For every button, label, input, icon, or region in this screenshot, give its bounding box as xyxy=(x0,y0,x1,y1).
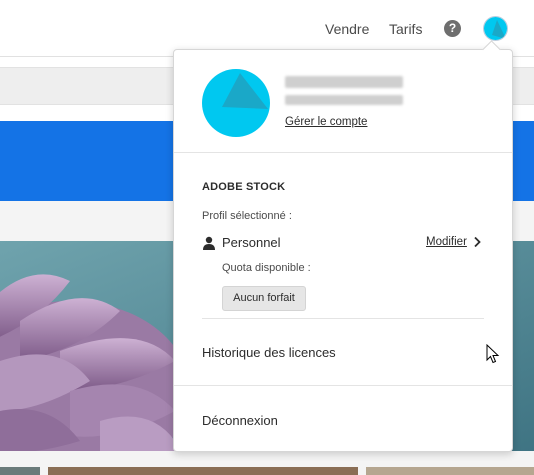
user-avatar-button[interactable] xyxy=(483,16,508,41)
person-icon xyxy=(203,236,215,250)
blurred-user-name xyxy=(285,76,403,88)
chevron-right-icon[interactable] xyxy=(472,236,482,248)
account-dropdown-menu: Gérer le compte ADOBE STOCK Profil sélec… xyxy=(173,49,513,452)
license-history-link[interactable]: Historique des licences xyxy=(202,345,336,360)
avatar-icon xyxy=(202,69,270,137)
selected-profile-label: Profil sélectionné : xyxy=(202,210,292,222)
divider xyxy=(202,318,484,319)
divider xyxy=(174,152,512,153)
mouse-cursor-icon xyxy=(486,344,500,364)
thumbnail[interactable] xyxy=(0,467,40,475)
avatar-icon xyxy=(484,17,507,40)
divider xyxy=(174,385,512,386)
thumbnail[interactable] xyxy=(366,467,534,475)
help-icon[interactable]: ? xyxy=(444,20,461,37)
no-plan-button[interactable]: Aucun forfait xyxy=(222,286,306,311)
blurred-user-email xyxy=(285,95,403,105)
manage-account-link[interactable]: Gérer le compte xyxy=(285,116,367,128)
profile-avatar xyxy=(202,69,270,137)
nav-link-sell[interactable]: Vendre xyxy=(325,21,369,37)
section-title-adobe-stock: ADOBE STOCK xyxy=(202,181,286,193)
nav-link-pricing[interactable]: Tarifs xyxy=(389,21,422,37)
modify-profile-link[interactable]: Modifier xyxy=(426,236,467,248)
sign-out-link[interactable]: Déconnexion xyxy=(202,413,278,428)
quota-label: Quota disponible : xyxy=(222,262,311,274)
selected-profile-name: Personnel xyxy=(222,235,281,250)
thumbnail[interactable] xyxy=(48,467,358,475)
